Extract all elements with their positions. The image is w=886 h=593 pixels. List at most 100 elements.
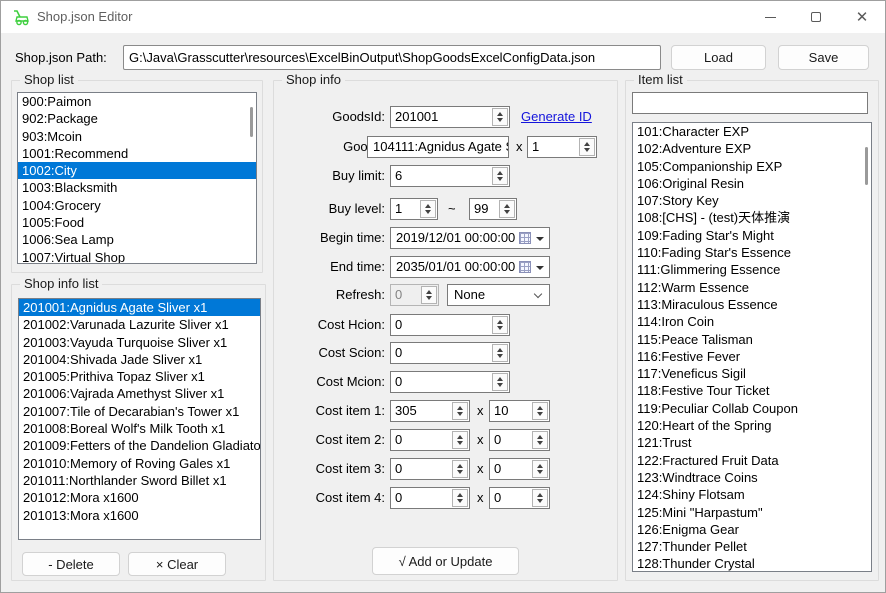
list-item[interactable]: 201003:Vayuda Turquoise Sliver x1 <box>19 334 260 351</box>
list-item[interactable]: 1005:Food <box>18 214 256 231</box>
list-item[interactable]: 119:Peculiar Collab Coupon <box>633 400 871 417</box>
cost-item-1-count-spinner[interactable]: 10 <box>489 400 550 422</box>
list-item[interactable]: 1004:Grocery <box>18 197 256 214</box>
list-item[interactable]: 112:Warm Essence <box>633 279 871 296</box>
dropdown-arrow-icon[interactable] <box>536 266 544 270</box>
cost-item-2-count-spinner[interactable]: 0 <box>489 429 550 451</box>
cost-item-4-id-spinner[interactable]: 0 <box>390 487 470 509</box>
list-item[interactable]: 201004:Shivada Jade Sliver x1 <box>19 351 260 368</box>
spinner-arrows-icon[interactable] <box>532 402 548 420</box>
spinner-arrows-icon[interactable] <box>492 108 508 126</box>
list-item[interactable]: 118:Festive Tour Ticket <box>633 382 871 399</box>
spinner-arrows-icon[interactable] <box>452 460 468 478</box>
list-item[interactable]: 1006:Sea Lamp <box>18 231 256 248</box>
list-item[interactable]: 903:Mcoin <box>18 128 256 145</box>
list-item[interactable]: 110:Fading Star's Essence <box>633 244 871 261</box>
close-button[interactable]: ✕ <box>839 1 885 33</box>
list-item[interactable]: 114:Iron Coin <box>633 313 871 330</box>
list-item[interactable]: 121:Trust <box>633 434 871 451</box>
refresh-mode-dropdown[interactable]: None <box>447 284 550 306</box>
list-item[interactable]: 128:Thunder Crystal <box>633 555 871 572</box>
list-item[interactable]: 109:Fading Star's Might <box>633 227 871 244</box>
list-item[interactable]: 124:Shiny Flotsam <box>633 486 871 503</box>
list-item[interactable]: 201012:Mora x1600 <box>19 489 260 506</box>
minimize-button[interactable] <box>747 1 793 33</box>
add-or-update-button[interactable]: √ Add or Update <box>372 547 519 575</box>
goods-input[interactable]: 104111:Agnidus Agate S <box>367 136 509 158</box>
list-item[interactable]: 1007:Virtual Shop <box>18 249 256 264</box>
scrollbar-thumb[interactable] <box>865 147 868 185</box>
cost-item-4-count-spinner[interactable]: 0 <box>489 487 550 509</box>
cost-item-1-id-spinner[interactable]: 305 <box>390 400 470 422</box>
cost-mcion-spinner[interactable]: 0 <box>390 371 510 393</box>
list-item[interactable]: 102:Adventure EXP <box>633 140 871 157</box>
spinner-arrows-icon[interactable] <box>532 489 548 507</box>
goodsid-spinner[interactable]: 201001 <box>390 106 510 128</box>
list-item[interactable]: 201010:Memory of Roving Gales x1 <box>19 455 260 472</box>
clear-button[interactable]: × Clear <box>128 552 226 576</box>
buy-level-min-spinner[interactable]: 1 <box>390 198 438 220</box>
cost-hcion-spinner[interactable]: 0 <box>390 314 510 336</box>
spinner-arrows-icon[interactable] <box>492 373 508 391</box>
spinner-arrows-icon[interactable] <box>492 344 508 362</box>
list-item[interactable]: 1002:City <box>18 162 256 179</box>
spinner-arrows-icon[interactable] <box>492 316 508 334</box>
shop-listbox[interactable]: 900:Paimon902:Package903:Mcoin1001:Recom… <box>17 92 257 264</box>
list-item[interactable]: 106:Original Resin <box>633 175 871 192</box>
list-item[interactable]: 115:Peace Talisman <box>633 331 871 348</box>
save-button[interactable]: Save <box>778 45 869 70</box>
begin-time-picker[interactable]: 2019/12/01 00:00:00 <box>390 227 550 249</box>
list-item[interactable]: 107:Story Key <box>633 192 871 209</box>
list-item[interactable]: 1003:Blacksmith <box>18 179 256 196</box>
list-item[interactable]: 116:Festive Fever <box>633 348 871 365</box>
delete-button[interactable]: - Delete <box>22 552 120 576</box>
end-time-picker[interactable]: 2035/01/01 00:00:00 <box>390 256 550 278</box>
maximize-button[interactable] <box>793 1 839 33</box>
list-item[interactable]: 123:Windtrace Coins <box>633 469 871 486</box>
list-item[interactable]: 201007:Tile of Decarabian's Tower x1 <box>19 403 260 420</box>
list-item[interactable]: 111:Glimmering Essence <box>633 261 871 278</box>
title-bar[interactable]: Shop.json Editor ✕ <box>1 1 885 33</box>
spinner-arrows-icon[interactable] <box>499 200 515 218</box>
list-item[interactable]: 201005:Prithiva Topaz Sliver x1 <box>19 368 260 385</box>
list-item[interactable]: 902:Package <box>18 110 256 127</box>
scrollbar-thumb[interactable] <box>250 107 253 137</box>
shop-info-listbox[interactable]: 201001:Agnidus Agate Sliver x1201002:Var… <box>18 298 261 540</box>
buy-limit-spinner[interactable]: 6 <box>390 165 510 187</box>
generate-id-link[interactable]: Generate ID <box>521 106 592 128</box>
item-listbox[interactable]: 101:Character EXP102:Adventure EXP105:Co… <box>632 122 872 572</box>
spinner-arrows-icon[interactable] <box>532 460 548 478</box>
cost-item-3-count-spinner[interactable]: 0 <box>489 458 550 480</box>
list-item[interactable]: 125:Mini "Harpastum" <box>633 504 871 521</box>
list-item[interactable]: 113:Miraculous Essence <box>633 296 871 313</box>
cost-item-2-id-spinner[interactable]: 0 <box>390 429 470 451</box>
list-item[interactable]: 101:Character EXP <box>633 123 871 140</box>
list-item[interactable]: 126:Enigma Gear <box>633 521 871 538</box>
buy-level-max-spinner[interactable]: 99 <box>469 198 517 220</box>
goods-count-spinner[interactable]: 1 <box>527 136 597 158</box>
list-item[interactable]: 122:Fractured Fruit Data <box>633 452 871 469</box>
dropdown-arrow-icon[interactable] <box>536 237 544 241</box>
spinner-arrows-icon[interactable] <box>452 489 468 507</box>
cost-item-3-id-spinner[interactable]: 0 <box>390 458 470 480</box>
list-item[interactable]: 105:Companionship EXP <box>633 158 871 175</box>
spinner-arrows-icon[interactable] <box>420 200 436 218</box>
list-item[interactable]: 120:Heart of the Spring <box>633 417 871 434</box>
item-search-input[interactable] <box>632 92 868 114</box>
list-item[interactable]: 900:Paimon <box>18 93 256 110</box>
list-item[interactable]: 108:[CHS] - (test)天体推演 <box>633 209 871 226</box>
spinner-arrows-icon[interactable] <box>532 431 548 449</box>
cost-scion-spinner[interactable]: 0 <box>390 342 510 364</box>
path-input[interactable] <box>123 45 661 70</box>
list-item[interactable]: 201008:Boreal Wolf's Milk Tooth x1 <box>19 420 260 437</box>
list-item[interactable]: 127:Thunder Pellet <box>633 538 871 555</box>
list-item[interactable]: 1001:Recommend <box>18 145 256 162</box>
list-item[interactable]: 201009:Fetters of the Dandelion Gladiato <box>19 437 260 454</box>
spinner-arrows-icon[interactable] <box>452 402 468 420</box>
list-item[interactable]: 201013:Mora x1600 <box>19 507 260 524</box>
load-button[interactable]: Load <box>671 45 766 70</box>
spinner-arrows-icon[interactable] <box>492 167 508 185</box>
list-item[interactable]: 201011:Northlander Sword Billet x1 <box>19 472 260 489</box>
spinner-arrows-icon[interactable] <box>579 138 595 156</box>
list-item[interactable]: 201006:Vajrada Amethyst Sliver x1 <box>19 385 260 402</box>
